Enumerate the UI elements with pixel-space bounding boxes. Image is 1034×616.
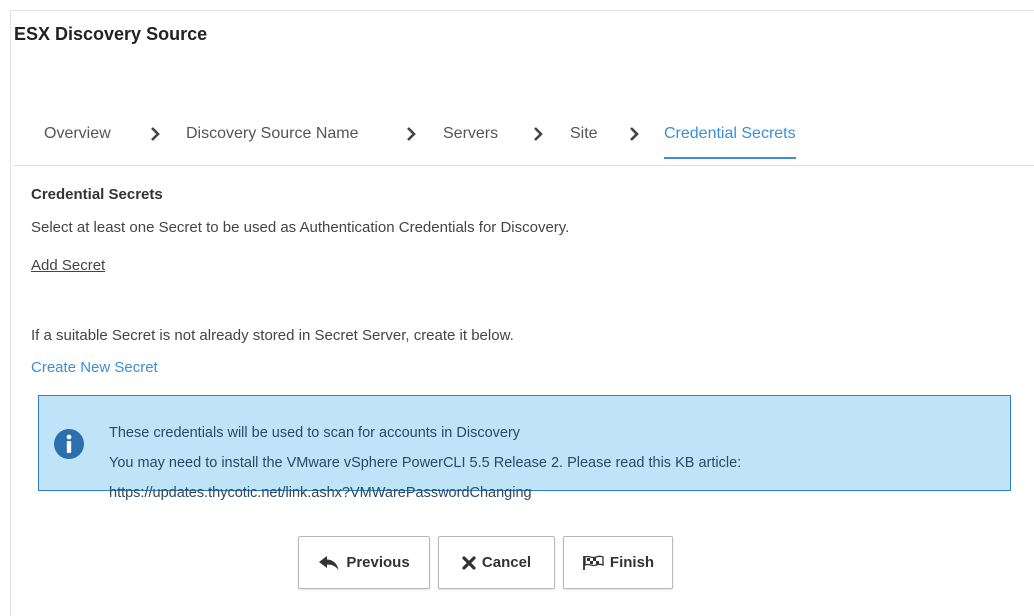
info-line-2: You may need to install the VMware vSphe…: [109, 455, 742, 471]
wizard-step-overview[interactable]: Overview: [44, 125, 111, 157]
wizard-steps: Overview Discovery Source Name Servers S…: [14, 115, 1034, 166]
wizard-step-discovery-source-name[interactable]: Discovery Source Name: [186, 125, 359, 157]
wizard-step-site[interactable]: Site: [570, 125, 598, 157]
add-secret-link[interactable]: Add Secret: [31, 257, 105, 274]
info-icon: [54, 429, 84, 459]
wizard-step-servers[interactable]: Servers: [443, 125, 498, 157]
cancel-button[interactable]: Cancel: [438, 536, 555, 589]
x-icon: [462, 555, 476, 570]
cancel-label: Cancel: [481, 554, 532, 571]
section-title: Credential Secrets: [31, 186, 163, 203]
page-title: ESX Discovery Source: [14, 24, 208, 44]
create-new-secret-link[interactable]: Create New Secret: [31, 359, 158, 376]
reply-arrow-icon: [319, 555, 339, 570]
info-line-3: https://updates.thycotic.net/link.ashx?V…: [109, 485, 532, 501]
chevron-right-icon: [630, 127, 639, 141]
chevron-right-icon: [407, 127, 416, 141]
chevron-right-icon: [534, 127, 543, 141]
checkered-flag-icon: [583, 555, 604, 570]
wizard-step-credential-secrets[interactable]: Credential Secrets: [664, 125, 796, 159]
info-line-1: These credentials will be used to scan f…: [109, 425, 521, 441]
previous-button[interactable]: Previous: [298, 536, 430, 589]
hint-text: If a suitable Secret is not already stor…: [31, 327, 514, 344]
previous-label: Previous: [346, 554, 410, 571]
chevron-right-icon: [151, 127, 160, 141]
info-alert: These credentials will be used to scan f…: [38, 395, 1011, 501]
instruction-text: Select at least one Secret to be used as…: [31, 219, 570, 236]
finish-label: Finish: [609, 554, 655, 571]
discovery-source-panel: [10, 10, 1034, 616]
finish-button[interactable]: Finish: [563, 536, 673, 589]
